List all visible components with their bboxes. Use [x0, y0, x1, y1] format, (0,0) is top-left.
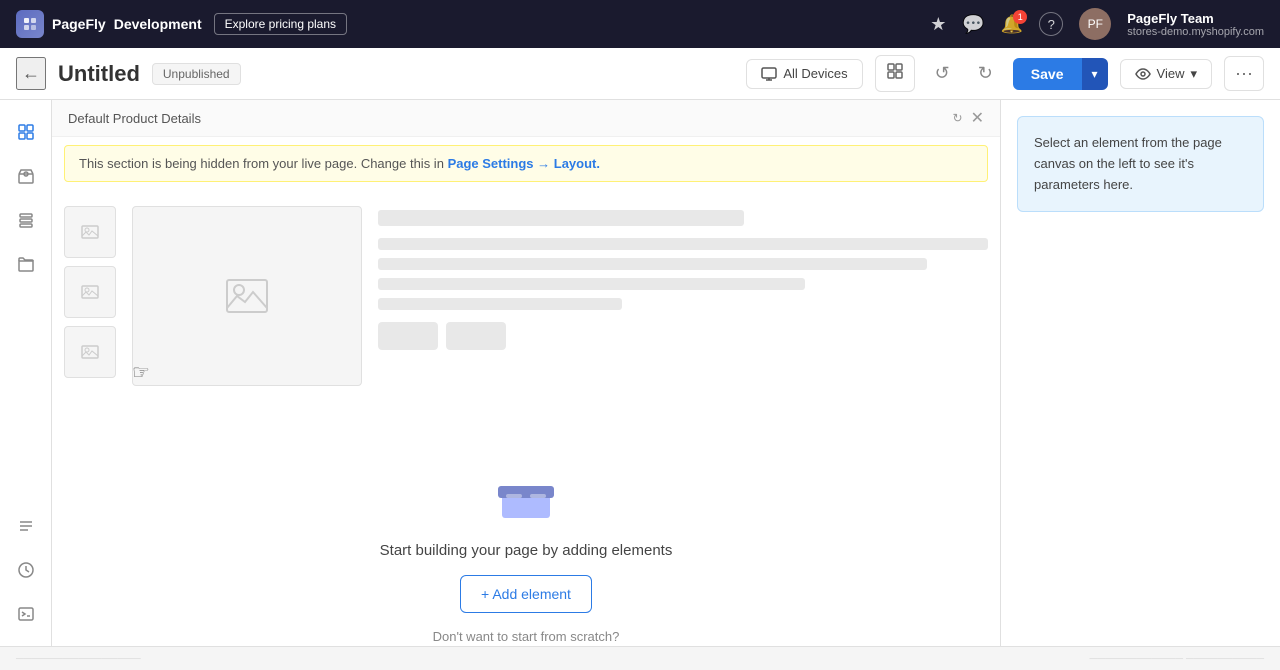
status-bar: ──────────────── ──────────── ────────── — [0, 646, 1280, 670]
right-panel-info-box: Select an element from the page canvas o… — [1017, 116, 1264, 212]
product-preview — [52, 190, 1000, 402]
empty-state-icon — [494, 462, 558, 526]
add-element-button[interactable]: + Add element — [460, 575, 592, 613]
save-group: Save ▾ — [1013, 58, 1108, 90]
right-panel: Select an element from the page canvas o… — [1000, 100, 1280, 646]
sidebar-item-terminal[interactable] — [6, 594, 46, 634]
chat-icon[interactable]: 💬 — [962, 14, 984, 35]
avatar: PF — [1079, 8, 1111, 40]
empty-state-title: Start building your page by adding eleme… — [380, 542, 673, 559]
star-icon[interactable]: ★ — [930, 14, 946, 35]
warning-banner: This section is being hidden from your l… — [64, 145, 988, 182]
thumbnail-2 — [64, 266, 116, 318]
more-button[interactable]: ··· — [1224, 56, 1264, 91]
history-icon — [16, 560, 36, 580]
warning-link[interactable]: Page Settings → Layout. — [448, 156, 600, 171]
device-selector-button[interactable]: All Devices — [746, 59, 862, 89]
admin-bar: PageFly Development Explore pricing plan… — [0, 0, 1280, 48]
editor-main: Default Product Details ↻ ✕ This section… — [0, 100, 1280, 646]
eye-icon — [1135, 66, 1151, 82]
section-close-button[interactable]: ✕ — [971, 108, 984, 128]
notification-badge: 1 — [1013, 10, 1027, 24]
layers-icon — [16, 210, 36, 230]
sidebar-item-layers[interactable] — [6, 200, 46, 240]
view-button[interactable]: View ▾ — [1120, 59, 1212, 89]
grid-icon — [886, 62, 904, 80]
product-btn-2-skeleton — [446, 322, 506, 350]
monitor-icon — [761, 66, 777, 82]
sidebar-item-list[interactable] — [6, 506, 46, 546]
product-info — [378, 206, 988, 386]
app-env: Development — [114, 16, 202, 32]
cursor-icon: ☞ — [132, 362, 150, 384]
device-label: All Devices — [783, 66, 847, 81]
store-icon — [16, 166, 36, 186]
section-header: Default Product Details ↻ ✕ — [52, 100, 1000, 137]
product-desc-1-skeleton — [378, 238, 988, 250]
bell-icon[interactable]: 🔔 1 — [1001, 14, 1023, 35]
back-button[interactable]: ← — [16, 57, 46, 90]
product-desc-3-skeleton — [378, 278, 805, 290]
editor-toolbar: ← Untitled Unpublished All Devices ↺ ↻ S… — [0, 48, 1280, 100]
grid-button[interactable] — [875, 55, 915, 92]
app-name: PageFly — [52, 16, 106, 32]
folder-icon — [16, 254, 36, 274]
user-info: PageFly Team stores-demo.myshopify.com — [1127, 11, 1264, 38]
list-icon — [16, 516, 36, 536]
terminal-icon — [16, 604, 36, 624]
empty-state: Start building your page by adding eleme… — [52, 402, 1000, 646]
scratch-text: Don't want to start from scratch? Add se… — [416, 629, 636, 646]
status-badge[interactable]: Unpublished — [152, 63, 241, 85]
user-store: stores-demo.myshopify.com — [1127, 26, 1264, 38]
app-logo: PageFly Development — [16, 10, 202, 38]
thumbnail-3 — [64, 326, 116, 378]
view-label: View — [1157, 66, 1185, 81]
product-price-skeleton — [378, 298, 622, 310]
sidebar-item-folder[interactable] — [6, 244, 46, 284]
product-desc-2-skeleton — [378, 258, 927, 270]
add-icon — [16, 122, 36, 142]
view-dropdown-icon: ▾ — [1190, 66, 1197, 82]
product-btns-skeleton — [378, 322, 988, 350]
sidebar-item-add[interactable] — [6, 112, 46, 152]
user-name: PageFly Team — [1127, 11, 1264, 26]
main-product-image — [132, 206, 362, 386]
logo-icon — [16, 10, 44, 38]
section-title: Default Product Details — [68, 111, 953, 126]
sidebar-item-history[interactable] — [6, 550, 46, 590]
canvas-area[interactable]: Default Product Details ↻ ✕ This section… — [52, 100, 1000, 646]
cursor-area: ☞ — [132, 360, 150, 385]
warning-text: This section is being hidden from your l… — [79, 156, 444, 171]
undo-button[interactable]: ↺ — [927, 59, 958, 88]
help-icon[interactable]: ? — [1039, 12, 1063, 36]
explore-pricing-button[interactable]: Explore pricing plans — [214, 13, 347, 35]
right-panel-info-text: Select an element from the page canvas o… — [1034, 133, 1247, 195]
product-thumbnails — [64, 206, 116, 386]
page-title: Untitled — [58, 61, 140, 87]
admin-bar-right: ★ 💬 🔔 1 ? PF PageFly Team stores-demo.my… — [930, 8, 1264, 40]
canvas-inner: Default Product Details ↻ ✕ This section… — [52, 100, 1000, 646]
save-dropdown-button[interactable]: ▾ — [1082, 58, 1108, 90]
thumbnail-1 — [64, 206, 116, 258]
status-bar-right: ──────────── ────────── — [1089, 653, 1264, 665]
product-title-skeleton — [378, 210, 744, 226]
redo-button[interactable]: ↻ — [970, 59, 1001, 88]
left-sidebar — [0, 100, 52, 646]
status-bar-left: ──────────────── — [16, 653, 141, 665]
section-refresh-icon[interactable]: ↻ — [953, 111, 963, 125]
product-btn-1-skeleton — [378, 322, 438, 350]
sidebar-item-store[interactable] — [6, 156, 46, 196]
save-button[interactable]: Save — [1013, 58, 1082, 90]
